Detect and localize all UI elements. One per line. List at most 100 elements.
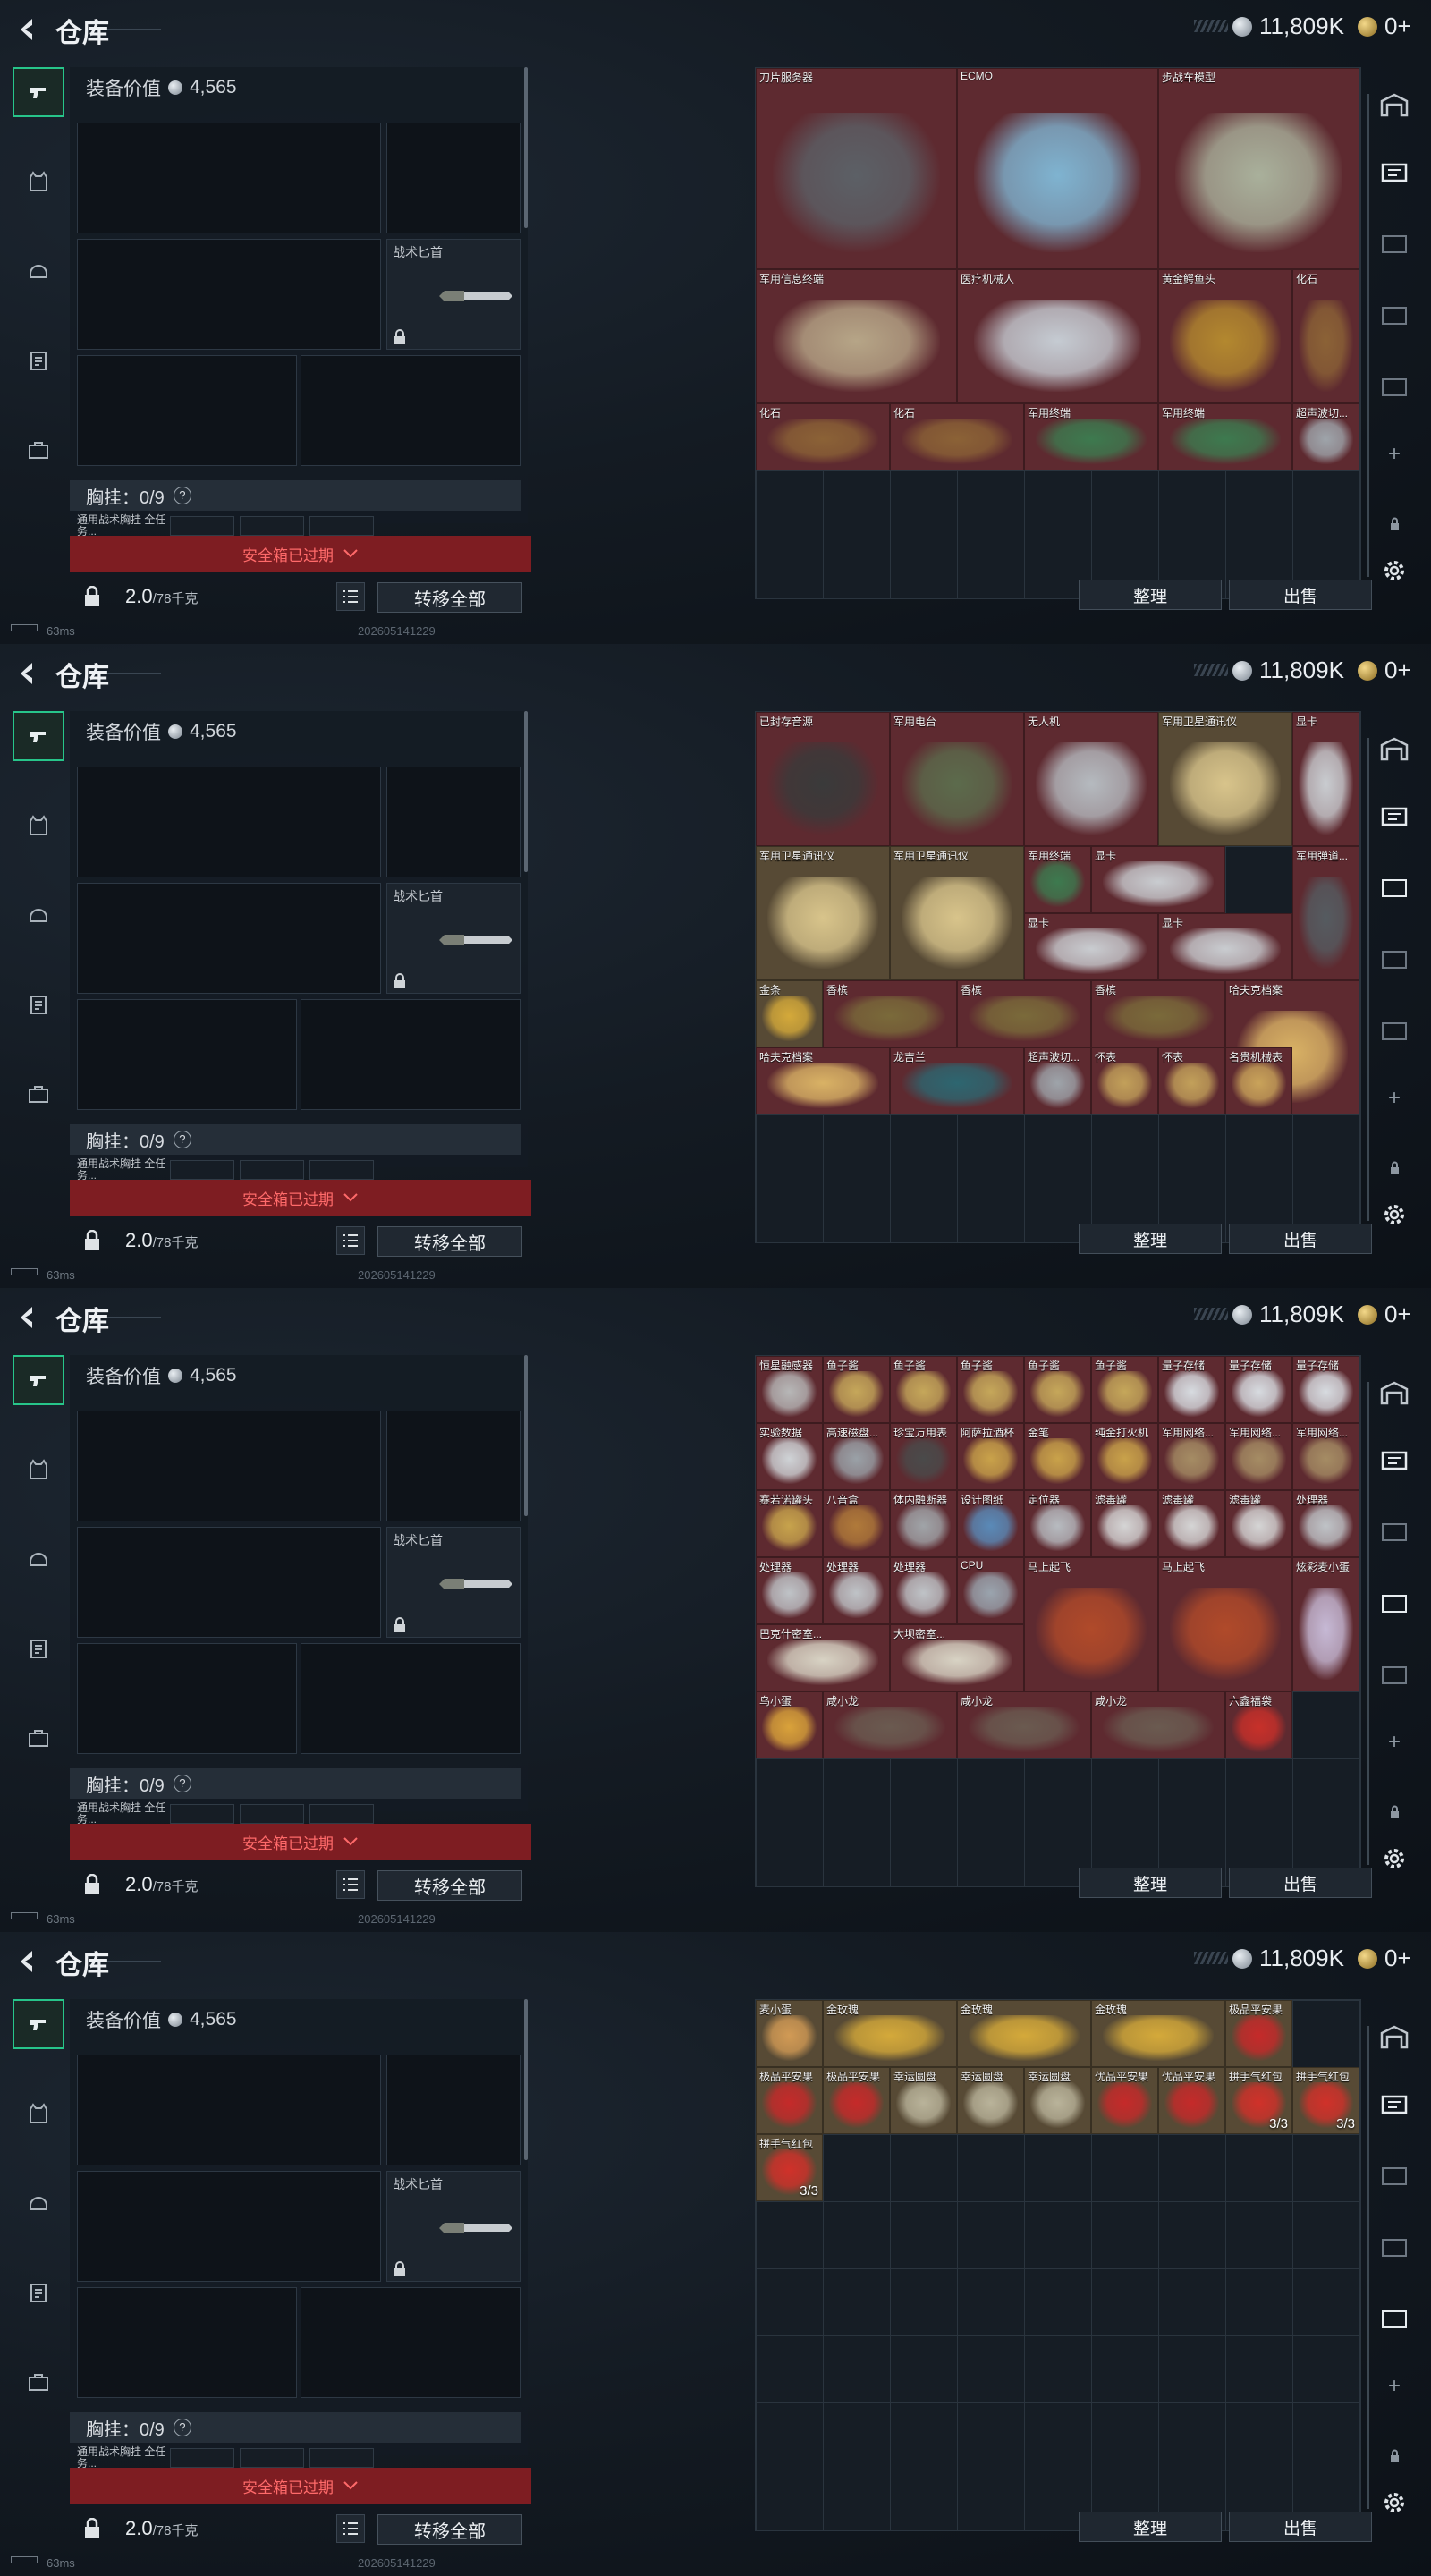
nav-armor[interactable]: [13, 2089, 64, 2139]
add-tab-icon[interactable]: +: [1374, 434, 1415, 475]
inventory-item[interactable]: 军用卫星通讯仪: [890, 846, 1024, 980]
warehouse-tab-4[interactable]: [1374, 2299, 1415, 2340]
inventory-item[interactable]: 处理器: [756, 1557, 823, 1624]
warehouse-tab-4[interactable]: [1374, 1655, 1415, 1696]
inventory-item[interactable]: 超声波切...: [1292, 403, 1359, 470]
inventory-item[interactable]: 设计图纸: [957, 1490, 1024, 1557]
inventory-item[interactable]: 军用卫星通讯仪: [756, 846, 890, 980]
tabs-scrollbar[interactable]: [1367, 94, 1369, 577]
sell-button[interactable]: 出售: [1229, 2512, 1372, 2542]
inventory-item[interactable]: 军用网络...: [1158, 1423, 1225, 1490]
list-view-button[interactable]: [336, 582, 365, 611]
inventory-item[interactable]: 怀表: [1158, 1047, 1225, 1114]
warehouse-tab-4[interactable]: [1374, 1011, 1415, 1052]
settings-button[interactable]: [1374, 2482, 1415, 2523]
gold-currency[interactable]: 0+: [1358, 657, 1411, 684]
warehouse-tab-main[interactable]: [1374, 1373, 1415, 1414]
help-icon[interactable]: ?: [173, 1775, 191, 1792]
helmet-slot[interactable]: [77, 355, 297, 466]
equipment-scrollbar[interactable]: [524, 711, 528, 872]
list-view-button[interactable]: [336, 1226, 365, 1255]
lock-tab-icon[interactable]: [1374, 504, 1415, 545]
safebox-expired-banner[interactable]: 安全箱已过期: [70, 1824, 531, 1860]
inventory-item[interactable]: 步战车模型: [1158, 68, 1359, 269]
nav-tasks[interactable]: [13, 979, 64, 1030]
inventory-item[interactable]: 金玫瑰: [823, 2000, 957, 2067]
inventory-item[interactable]: 军用终端: [1158, 403, 1292, 470]
safebox-expired-banner[interactable]: 安全箱已过期: [70, 2468, 531, 2504]
inventory-item[interactable]: 幸运圆盘: [1024, 2067, 1091, 2134]
gold-currency[interactable]: 0+: [1358, 1301, 1411, 1328]
inventory-item[interactable]: 咸小龙: [957, 1691, 1091, 1758]
inventory-item[interactable]: 怀表: [1091, 1047, 1158, 1114]
inventory-item[interactable]: 马上起飞: [1024, 1557, 1158, 1691]
helmet-slot[interactable]: [77, 2287, 297, 2398]
rig-slot[interactable]: [170, 1804, 234, 1824]
inventory-item[interactable]: 金玫瑰: [1091, 2000, 1225, 2067]
primary-weapon-slot[interactable]: [77, 767, 381, 877]
tabs-scrollbar[interactable]: [1367, 738, 1369, 1221]
armor-slot[interactable]: [301, 355, 521, 466]
lock-tab-icon[interactable]: [1374, 1792, 1415, 1833]
inventory-item[interactable]: 极品平安果: [823, 2067, 890, 2134]
lock-tab-icon[interactable]: [1374, 1148, 1415, 1189]
inventory-item[interactable]: 处理器: [890, 1557, 957, 1624]
inventory-item[interactable]: 香槟: [823, 980, 957, 1047]
warehouse-tab-main[interactable]: [1374, 729, 1415, 770]
inventory-item[interactable]: 香槟: [957, 980, 1091, 1047]
inventory-item[interactable]: 拼手气红包 3/3: [1292, 2067, 1359, 2134]
inventory-item[interactable]: 八音盒: [823, 1490, 890, 1557]
primary-weapon-slot[interactable]: [77, 2055, 381, 2165]
add-tab-icon[interactable]: +: [1374, 1078, 1415, 1119]
inventory-item[interactable]: 刀片服务器: [756, 68, 957, 269]
equipment-scrollbar[interactable]: [524, 1999, 528, 2160]
safebox-expired-banner[interactable]: 安全箱已过期: [70, 1180, 531, 1216]
secondary-weapon-slot[interactable]: [77, 2171, 381, 2282]
pistol-slot[interactable]: [386, 767, 521, 877]
inventory-item[interactable]: 幸运圆盘: [890, 2067, 957, 2134]
warehouse-tab-1[interactable]: [1374, 152, 1415, 193]
rig-slot[interactable]: [170, 1160, 234, 1180]
secondary-weapon-slot[interactable]: [77, 1527, 381, 1638]
inventory-item[interactable]: 定位器: [1024, 1490, 1091, 1557]
nav-tasks[interactable]: [13, 2267, 64, 2318]
help-icon[interactable]: ?: [173, 2419, 191, 2436]
inventory-item[interactable]: 赛若诺罐头: [756, 1490, 823, 1557]
tabs-scrollbar[interactable]: [1367, 2026, 1369, 2509]
inventory-item[interactable]: 军用信息终端: [756, 269, 957, 403]
add-tab-icon[interactable]: +: [1374, 1722, 1415, 1763]
settings-button[interactable]: [1374, 1194, 1415, 1235]
warehouse-tab-main[interactable]: [1374, 85, 1415, 126]
inventory-item[interactable]: 黄金鳄鱼头: [1158, 269, 1292, 403]
rig-slot[interactable]: [240, 1160, 304, 1180]
warehouse-tab-2[interactable]: [1374, 868, 1415, 909]
nav-case[interactable]: [13, 1713, 64, 1763]
inventory-item[interactable]: 名贵机械表: [1225, 1047, 1292, 1114]
inventory-item[interactable]: 极品平安果: [1225, 2000, 1292, 2067]
pistol-slot[interactable]: [386, 1411, 521, 1521]
secondary-weapon-slot[interactable]: [77, 883, 381, 994]
equipment-scrollbar[interactable]: [524, 67, 528, 228]
nav-weapons[interactable]: [13, 1355, 64, 1405]
inventory-item[interactable]: CPU: [957, 1557, 1024, 1624]
warehouse-tab-2[interactable]: [1374, 2156, 1415, 2197]
nav-case[interactable]: [13, 425, 64, 475]
nav-weapons[interactable]: [13, 711, 64, 761]
inventory-item[interactable]: 军用网络...: [1292, 1423, 1359, 1490]
inventory-item[interactable]: 军用终端: [1024, 403, 1158, 470]
inventory-item[interactable]: 金笔: [1024, 1423, 1091, 1490]
inventory-item[interactable]: 优品平安果: [1158, 2067, 1225, 2134]
inventory-item[interactable]: ECMO: [957, 68, 1158, 269]
nav-helmet[interactable]: [13, 1534, 64, 1584]
help-icon[interactable]: ?: [173, 487, 191, 504]
inventory-item[interactable]: 鱼子酱: [823, 1356, 890, 1423]
inventory-item[interactable]: 哈夫克档案: [756, 1047, 890, 1114]
inventory-item[interactable]: 六鑫福袋: [1225, 1691, 1292, 1758]
warehouse-tab-3[interactable]: [1374, 939, 1415, 980]
primary-weapon-slot[interactable]: [77, 1411, 381, 1521]
inventory-item[interactable]: 鸟小蛋: [756, 1691, 823, 1758]
equipment-scrollbar[interactable]: [524, 1355, 528, 1516]
inventory-item[interactable]: 已封存音源: [756, 712, 890, 846]
transfer-all-button[interactable]: 转移全部: [377, 2514, 522, 2545]
inventory-item[interactable]: 鱼子酱: [1091, 1356, 1158, 1423]
